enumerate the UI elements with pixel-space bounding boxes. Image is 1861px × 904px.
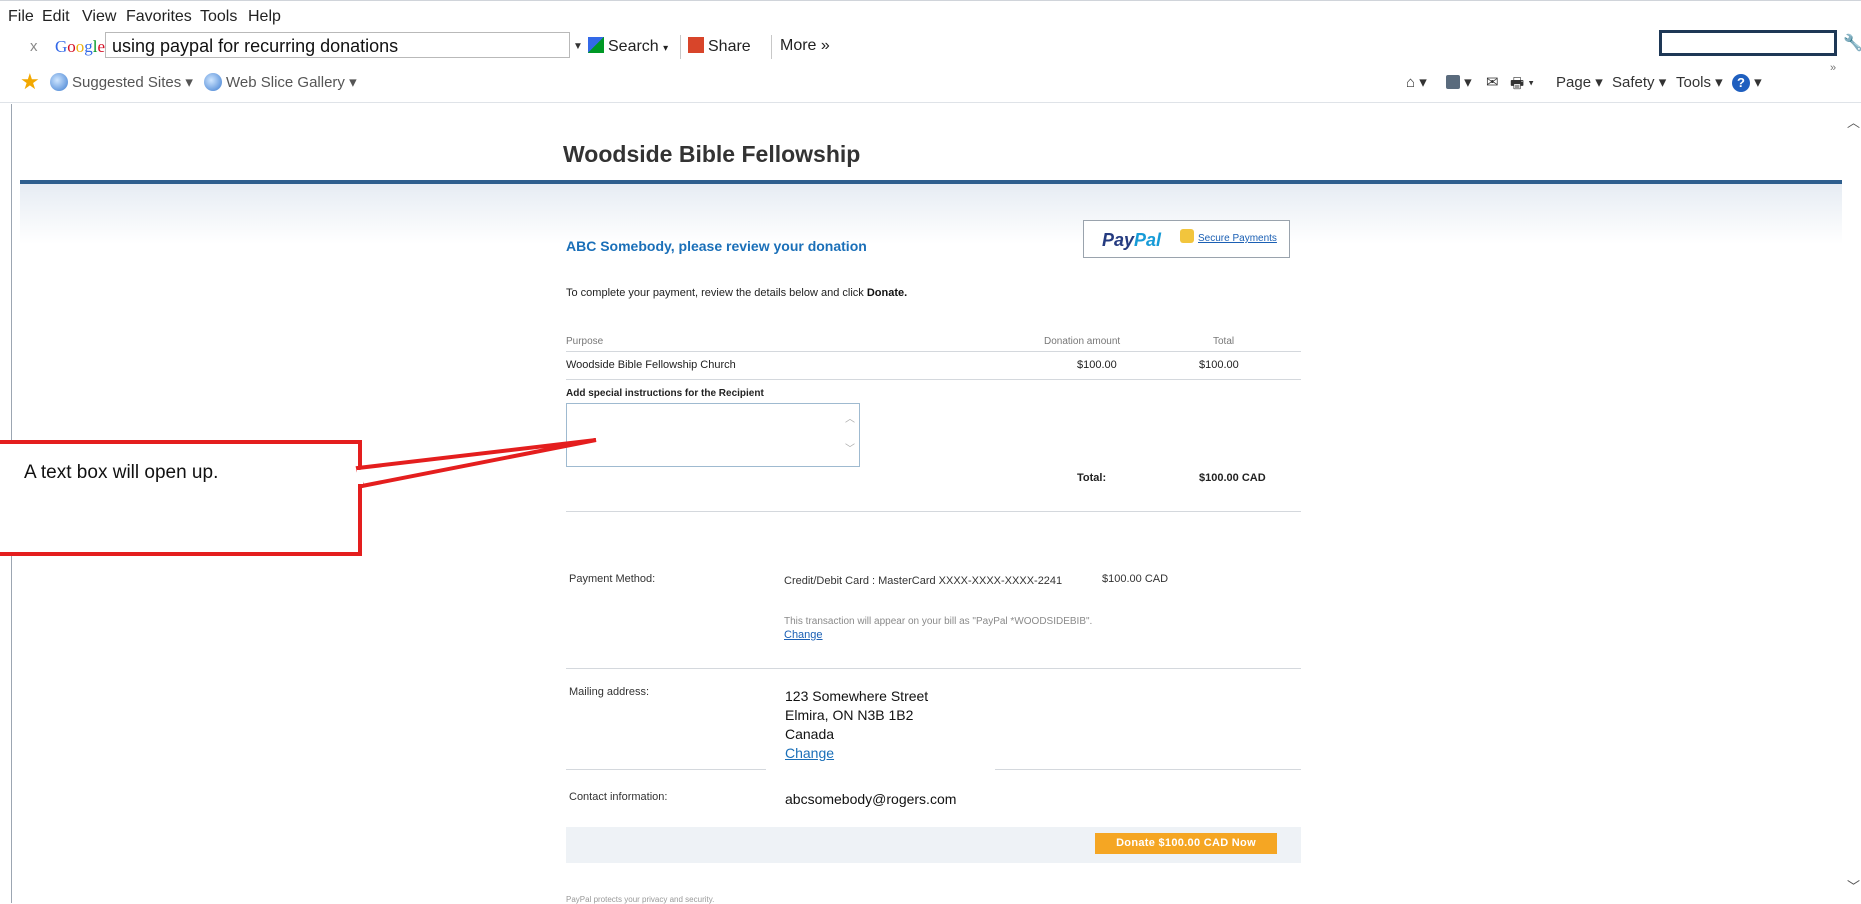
table-divider xyxy=(566,379,1301,380)
callout-box xyxy=(0,440,362,556)
google-search-input[interactable]: using paypal for recurring donations xyxy=(105,32,570,58)
toolbar-separator xyxy=(771,35,772,59)
change-address-link[interactable]: Change xyxy=(785,744,995,763)
scroll-up-icon[interactable]: ︿ xyxy=(1847,112,1860,131)
payment-amount: $100.00 CAD xyxy=(1102,573,1169,585)
page-menu[interactable]: Page ▾ xyxy=(1556,73,1603,91)
scroll-down-icon[interactable]: ﹀ xyxy=(1847,876,1860,895)
home-icon[interactable]: ⌂ ▾ xyxy=(1406,73,1427,91)
mail-icon[interactable]: ✉ xyxy=(1486,73,1499,91)
scroll-down-icon: ﹀ xyxy=(845,444,855,455)
menu-file[interactable]: File xyxy=(8,8,34,26)
toolbar-separator xyxy=(680,35,681,59)
total-label: Total: xyxy=(1077,472,1107,484)
chevron-right-icon[interactable]: » xyxy=(1830,62,1836,74)
row-donation-amount: $100.00 xyxy=(1077,359,1117,371)
contact-label: Contact information: xyxy=(569,791,668,803)
scroll-up-icon: ︿ xyxy=(845,414,855,425)
share-button[interactable]: Share xyxy=(688,37,751,56)
share-icon xyxy=(688,37,704,53)
address-line-3: Canada xyxy=(785,726,835,742)
header-total: Total xyxy=(1213,336,1235,347)
menu-view[interactable]: View xyxy=(82,8,116,26)
header-gradient xyxy=(20,184,1842,244)
paypal-secure-badge: PayPal Secure Payments xyxy=(1083,220,1290,258)
callout-text: A text box will open up. xyxy=(24,462,219,483)
search-dropdown-icon[interactable]: ▼ xyxy=(573,41,583,52)
safety-menu[interactable]: Safety ▾ xyxy=(1612,73,1666,91)
contact-email: abcsomebody@rogers.com xyxy=(785,791,957,807)
instructions-text: To complete your payment, review the det… xyxy=(566,287,908,299)
suggested-sites-link[interactable]: Suggested Sites ▾ xyxy=(50,73,193,91)
google-toolbar: x Google using paypal for recurring dona… xyxy=(0,32,1861,62)
lock-icon xyxy=(1180,229,1194,243)
ie-icon xyxy=(204,73,222,91)
row-total: $100.00 xyxy=(1199,359,1239,371)
section-divider xyxy=(566,769,766,770)
special-instructions-textarea[interactable]: ︿ ﹀ xyxy=(566,403,860,467)
address-line-1: 123 Somewhere Street xyxy=(785,688,929,704)
mailing-address-label: Mailing address: xyxy=(569,686,650,698)
feeds-icon[interactable]: ▾ xyxy=(1446,73,1472,91)
browser-chrome: File Edit View Favorites Tools Help x Go… xyxy=(0,0,1861,104)
menu-help[interactable]: Help xyxy=(248,8,281,26)
ie-icon xyxy=(50,73,68,91)
favorites-bar: ★ Suggested Sites ▾ Web Slice Gallery ▾ … xyxy=(0,62,1861,98)
section-divider xyxy=(995,769,1301,770)
payment-card: Credit/Debit Card : MasterCard XXXX-XXXX… xyxy=(784,575,1063,587)
row-purpose: Woodside Bible Fellowship Church xyxy=(566,359,736,371)
section-divider xyxy=(566,668,1301,669)
table-divider xyxy=(566,351,1301,352)
header-donation-amount: Donation amount xyxy=(1044,336,1121,347)
more-button[interactable]: More » xyxy=(780,37,830,55)
menu-favorites[interactable]: Favorites xyxy=(126,8,192,26)
menu-tools[interactable]: Tools xyxy=(200,8,237,26)
favorites-star-icon[interactable]: ★ xyxy=(20,69,40,95)
web-slice-gallery-link[interactable]: Web Slice Gallery ▾ xyxy=(204,73,357,91)
special-instructions-label: Add special instructions for the Recipie… xyxy=(566,388,764,399)
toolbar-close-button[interactable]: x xyxy=(30,38,38,55)
donate-button[interactable]: Donate $100.00 CAD Now xyxy=(1095,833,1277,854)
search-icon xyxy=(588,37,604,53)
site-title: Woodside Bible Fellowship xyxy=(563,141,861,167)
menu-edit[interactable]: Edit xyxy=(42,8,70,26)
paypal-logo: PayPal xyxy=(1102,230,1162,250)
help-icon[interactable]: ? ▾ xyxy=(1732,73,1762,92)
review-title: ABC Somebody, please review your donatio… xyxy=(566,238,867,254)
mailing-address-block: 123 Somewhere Street Elmira, ON N3B 1B2 … xyxy=(765,687,995,769)
address-line-2: Elmira, ON N3B 1B2 xyxy=(785,707,914,723)
wrench-icon[interactable]: 🔧 xyxy=(1843,33,1861,53)
search-button[interactable]: Search ▾ xyxy=(588,37,668,56)
google-logo: Google xyxy=(55,37,106,56)
vertical-scrollbar[interactable]: ︿ ﹀ xyxy=(1845,104,1861,903)
menu-bar: File Edit View Favorites Tools Help xyxy=(0,0,1861,27)
secure-payments-link[interactable]: Secure Payments xyxy=(1198,233,1277,244)
tools-menu[interactable]: Tools ▾ xyxy=(1676,73,1723,91)
redacted-box xyxy=(1659,30,1837,56)
print-icon[interactable]: 🖶 ▾ xyxy=(1510,73,1534,98)
section-divider xyxy=(566,511,1301,512)
change-payment-link[interactable]: Change xyxy=(784,629,823,641)
billing-note: This transaction will appear on your bil… xyxy=(784,616,1093,627)
header-purpose: Purpose xyxy=(566,336,604,347)
total-value: $100.00 CAD xyxy=(1199,472,1266,484)
contact-block: abcsomebody@rogers.com xyxy=(765,790,995,814)
chrome-divider xyxy=(0,102,1861,103)
payment-method-label: Payment Method: xyxy=(569,573,656,585)
